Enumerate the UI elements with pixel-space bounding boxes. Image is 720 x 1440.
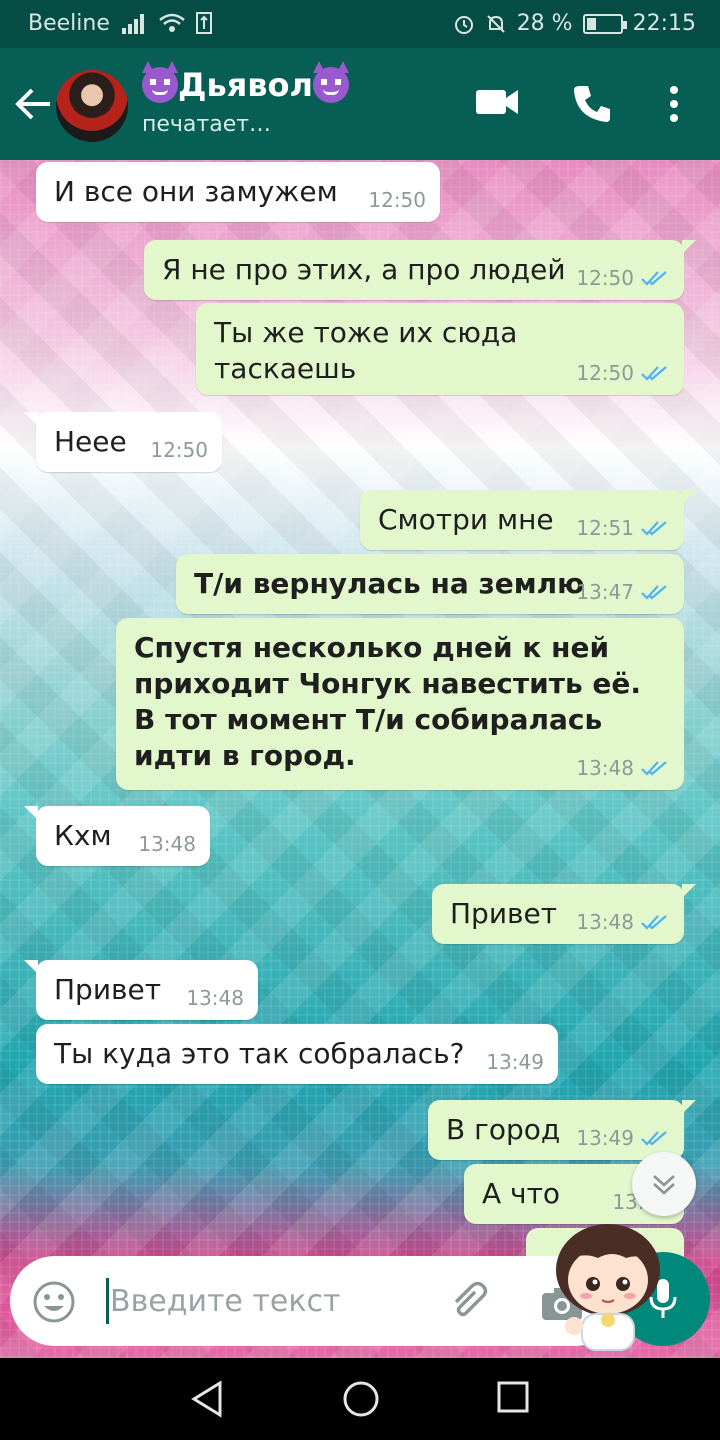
battery-icon	[582, 13, 627, 34]
message-time: 13:48	[576, 756, 634, 780]
data-transfer-icon	[196, 12, 212, 34]
mute-notifications-icon	[486, 14, 505, 33]
scroll-to-bottom-button[interactable]	[632, 1152, 696, 1216]
message-incoming[interactable]: И все они замужем 12:50	[36, 162, 440, 222]
message-outgoing[interactable]: Спустя несколько дней к ней приходит Чон…	[116, 618, 684, 790]
bubble-tail	[682, 884, 696, 898]
video-call-icon[interactable]	[474, 84, 520, 120]
message-time: 13:49	[576, 1126, 634, 1150]
message-time: 12:50	[150, 438, 208, 462]
signal-icon	[122, 14, 144, 34]
read-double-tick-icon	[641, 366, 667, 381]
chevron-double-down-icon	[653, 1175, 675, 1195]
read-double-tick-icon	[641, 521, 667, 536]
message-incoming[interactable]: Неее 12:50	[24, 412, 222, 472]
bubble-tail	[24, 960, 38, 974]
chat-area[interactable]: И все они замужем 12:50 Я не про этих, а…	[0, 160, 720, 1358]
devil-emoji-icon	[312, 61, 349, 103]
message-text: Спустя несколько дней к ней приходит Чон…	[134, 631, 642, 772]
devil-emoji-icon	[142, 61, 178, 103]
system-nav-bar	[0, 1358, 720, 1440]
contact-name[interactable]: Дьявол	[142, 61, 349, 104]
message-time: 13:48	[138, 832, 196, 856]
read-double-tick-icon	[641, 585, 667, 600]
message-time: 12:51	[576, 516, 634, 540]
message-incoming[interactable]: Привет 13:48	[24, 960, 258, 1020]
read-double-tick-icon	[641, 761, 667, 776]
message-text: Ты куда это так собралась?	[54, 1037, 465, 1070]
message-outgoing[interactable]: Смотри мне 12:51	[360, 490, 696, 550]
message-time: 13:48	[576, 910, 634, 934]
typing-status: печатает…	[142, 112, 272, 137]
message-time: 13:49	[486, 1050, 544, 1074]
message-outgoing[interactable]: В город 13:49	[428, 1100, 696, 1160]
chat-header: Дьявол печатает…	[0, 48, 720, 160]
battery-percent: 28 %	[516, 11, 573, 36]
read-double-tick-icon	[641, 1131, 667, 1146]
nav-back-icon[interactable]	[190, 1380, 224, 1418]
message-incoming[interactable]: Кхм 13:48	[24, 806, 210, 866]
wifi-icon	[159, 13, 185, 32]
read-double-tick-icon	[641, 271, 667, 286]
clock: 22:15	[632, 11, 696, 36]
bubble-tail	[682, 490, 696, 504]
avatar[interactable]	[56, 70, 128, 142]
message-outgoing[interactable]: Привет 13:48	[432, 884, 696, 944]
message-outgoing[interactable]: Я не про этих, а про людей 12:50	[144, 240, 696, 300]
more-vert-icon[interactable]	[666, 84, 682, 124]
carrier-label: Beeline	[28, 11, 110, 36]
emoji-icon[interactable]	[32, 1280, 76, 1324]
message-outgoing[interactable]: Т/и вернулась на землю 13:47	[176, 554, 684, 614]
status-bar: Beeline 28 % 22:15	[0, 0, 720, 48]
message-time: 13:47	[576, 580, 634, 604]
back-arrow-icon[interactable]	[14, 82, 54, 126]
nav-recents-icon[interactable]	[496, 1380, 530, 1414]
message-input-bar: Введите текст	[10, 1256, 620, 1346]
message-input[interactable]: Введите текст	[110, 1284, 340, 1319]
message-outgoing[interactable]: Ты же тоже их сюда таскаешь 12:50	[196, 303, 684, 395]
message-time: 13:48	[186, 986, 244, 1010]
read-double-tick-icon	[641, 915, 667, 930]
attach-icon[interactable]	[450, 1282, 494, 1322]
bubble-tail	[682, 240, 696, 254]
message-incoming[interactable]: Ты куда это так собралась? 13:49	[36, 1024, 558, 1084]
bubble-tail	[24, 806, 38, 820]
message-time: 12:50	[576, 266, 634, 290]
chibi-sticker	[556, 1224, 660, 1351]
message-time: 12:50	[368, 188, 426, 212]
bubble-tail	[24, 412, 38, 426]
phone-icon[interactable]	[572, 84, 612, 124]
text-caret	[106, 1278, 109, 1324]
nav-home-icon[interactable]	[342, 1380, 380, 1418]
bubble-tail	[682, 1100, 696, 1114]
alarm-icon	[454, 15, 473, 34]
message-time: 12:50	[576, 361, 634, 385]
signal-wifi-icons	[122, 12, 212, 34]
contact-name-text: Дьявол	[178, 66, 313, 104]
